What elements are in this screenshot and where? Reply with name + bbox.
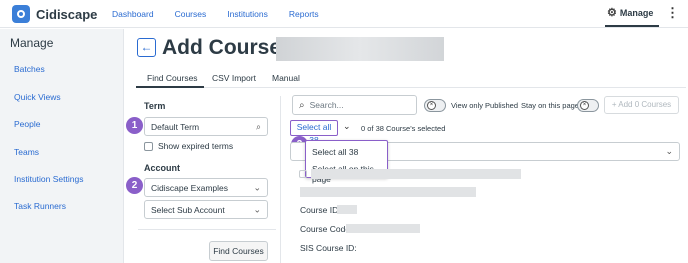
add-courses-button[interactable]: + Add 0 Courses — [604, 96, 679, 114]
show-expired-checkbox[interactable] — [144, 141, 153, 151]
top-nav: Cidiscape Dashboard Courses Institutions… — [0, 0, 688, 28]
chevron-down-icon: ⌄ — [253, 182, 261, 192]
tab-csv-import[interactable]: CSV Import — [212, 73, 256, 83]
sidebar-item-people[interactable]: People — [14, 119, 40, 129]
redacted-title-block — [276, 37, 444, 61]
back-button[interactable]: ← — [137, 38, 156, 57]
view-published-toggle[interactable]: × — [424, 99, 446, 112]
sis-course-id-label: SIS Course ID: — [300, 243, 357, 253]
account-label: Account — [144, 163, 180, 173]
course-code-label: Course Code: — [300, 224, 353, 234]
chevron-down-icon: ⌄ — [665, 146, 673, 156]
sidebar-title: Manage — [10, 36, 54, 50]
manage-active-indicator — [605, 25, 659, 27]
panel-divider — [280, 96, 281, 263]
sidebar-item-institution-settings[interactable]: Institution Settings — [14, 174, 83, 184]
manage-label: Manage — [619, 7, 654, 18]
nav-link-courses[interactable]: Courses — [175, 9, 207, 19]
more-options-icon[interactable]: ⋮ — [666, 5, 679, 21]
chevron-down-icon: ⌄ — [253, 204, 261, 214]
term-value: Default Term — [151, 121, 200, 132]
tab-bar: Find Courses CSV Import Manual — [136, 70, 686, 88]
step-badge-1: 1 — [126, 117, 143, 134]
dropdown-option-select-all[interactable]: Select all 38 — [312, 147, 358, 157]
search-icon: ⌕ — [255, 121, 261, 131]
step-badge-2: 2 — [126, 177, 143, 194]
tab-active-indicator — [136, 86, 204, 88]
tab-manual[interactable]: Manual — [272, 73, 300, 83]
app-logo[interactable]: Cidiscape — [12, 5, 97, 23]
redacted-course-subtitle — [300, 187, 476, 197]
sub-account-placeholder: Select Sub Account — [151, 204, 225, 215]
logo-icon — [12, 5, 30, 23]
search-placeholder: Search... — [309, 100, 344, 110]
search-input[interactable]: ⌕ Search... — [292, 95, 417, 115]
stay-on-page-label: Stay on this page — [521, 101, 579, 110]
show-expired-label: Show expired terms — [158, 141, 234, 151]
gear-icon: ⚙ — [607, 7, 617, 19]
sidebar-item-teams[interactable]: Teams — [14, 147, 39, 157]
view-published-label: View only Published — [451, 101, 518, 110]
nav-link-institutions[interactable]: Institutions — [227, 9, 268, 19]
x-icon: × — [580, 101, 589, 110]
redacted-course-id — [337, 205, 357, 214]
show-expired-terms[interactable]: Show expired terms — [144, 141, 233, 151]
selected-count: 0 of 38 Course's selected — [361, 124, 446, 133]
chevron-down-icon[interactable]: ⌄ — [343, 121, 351, 132]
app-name: Cidiscape — [36, 6, 98, 22]
course-id-label: Course ID: — [300, 205, 341, 215]
stay-on-page-toggle[interactable]: × — [577, 99, 599, 112]
redacted-course-name — [311, 169, 521, 179]
manage-button[interactable]: ⚙ Manage — [607, 6, 653, 19]
term-label: Term — [144, 101, 166, 111]
sidebar: Manage Batches Quick Views People Teams … — [0, 29, 124, 263]
find-courses-button[interactable]: Find Courses — [209, 241, 268, 261]
nav-link-reports[interactable]: Reports — [289, 9, 319, 19]
redacted-course-code — [346, 224, 420, 233]
tab-find-courses[interactable]: Find Courses — [147, 73, 198, 83]
sidebar-item-task-runners[interactable]: Task Runners — [14, 201, 66, 211]
search-icon: ⌕ — [299, 99, 305, 111]
arrow-left-icon: ← — [140, 40, 153, 54]
select-all-button[interactable]: Select all 38 — [290, 120, 338, 145]
nav-links: Dashboard Courses Institutions Reports — [112, 9, 340, 19]
account-select[interactable]: Cidiscape Examples ⌄ — [144, 178, 268, 197]
nav-link-dashboard[interactable]: Dashboard — [112, 9, 154, 19]
form-divider — [138, 229, 276, 230]
sub-account-select[interactable]: Select Sub Account ⌄ — [144, 200, 268, 219]
sidebar-item-batches[interactable]: Batches — [14, 64, 45, 74]
account-value: Cidiscape Examples — [151, 182, 229, 193]
course-row-checkbox[interactable] — [299, 170, 307, 178]
x-icon: × — [427, 101, 436, 110]
term-field[interactable]: Default Term ⌕ — [144, 117, 268, 136]
sidebar-item-quick-views[interactable]: Quick Views — [14, 92, 61, 102]
